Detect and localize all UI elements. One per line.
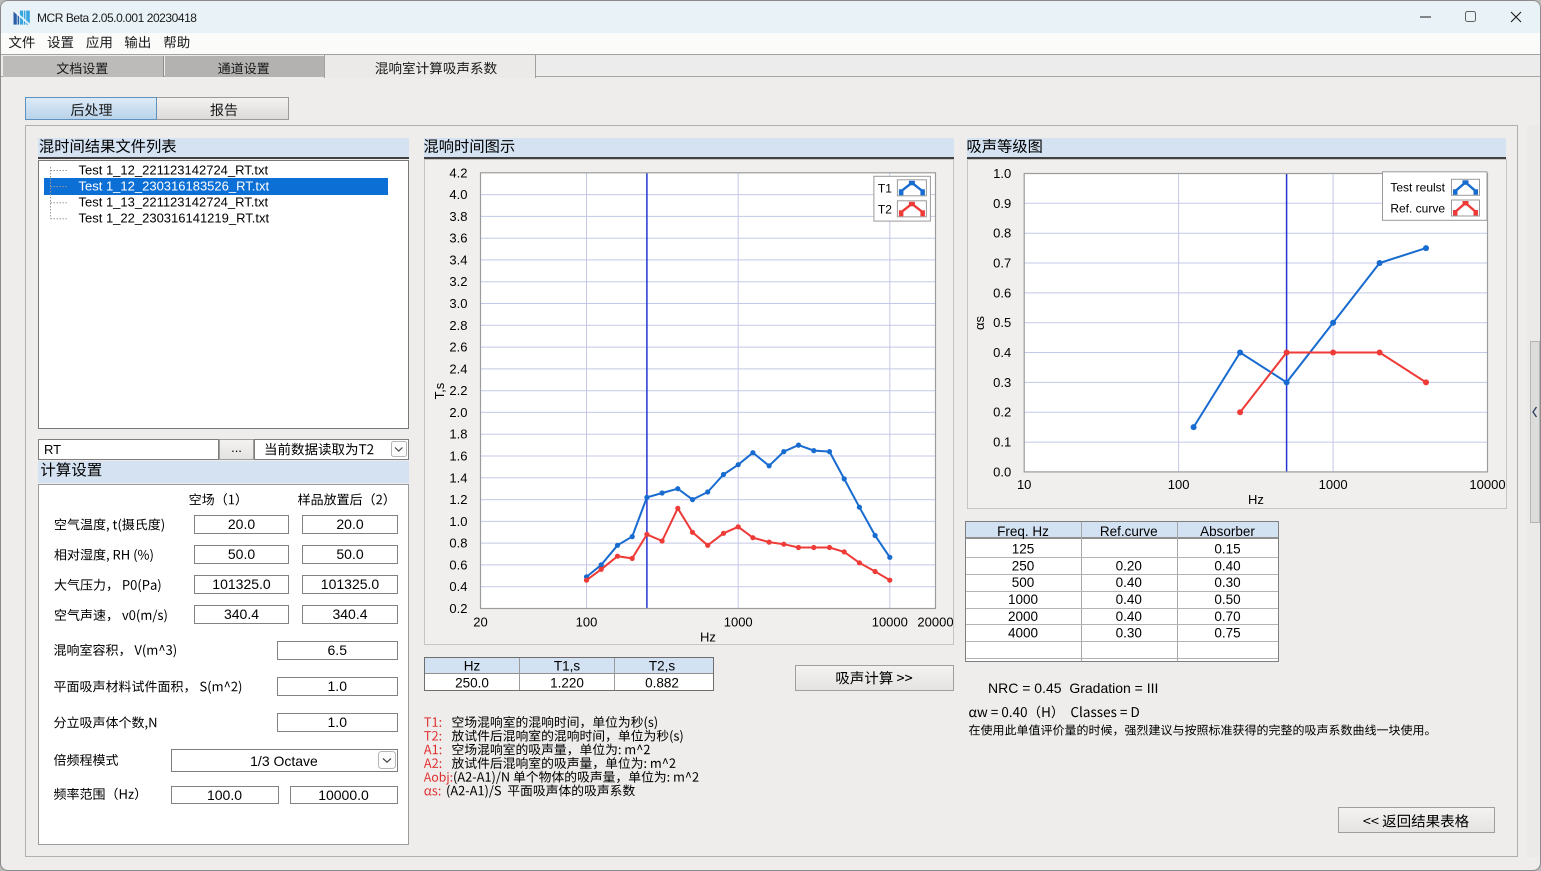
- svg-text:Ref.curve: Ref.curve: [1100, 524, 1158, 539]
- svg-text:Ref. curve: Ref. curve: [1390, 201, 1445, 215]
- svg-text:0.2: 0.2: [993, 405, 1011, 420]
- svg-text:0.40: 0.40: [1116, 609, 1142, 624]
- svg-text:2.2: 2.2: [449, 383, 467, 398]
- svg-text:T,s: T,s: [432, 382, 447, 399]
- svg-text:3.2: 3.2: [449, 274, 467, 289]
- svg-text:0.30: 0.30: [1214, 575, 1240, 590]
- svg-text:0.8: 0.8: [993, 226, 1011, 241]
- svg-text:4.0: 4.0: [449, 187, 467, 202]
- svg-text:Freq. Hz: Freq. Hz: [997, 524, 1049, 539]
- svg-text:3.6: 3.6: [449, 231, 467, 246]
- svg-text:Test reulst: Test reulst: [1390, 180, 1445, 194]
- svg-text:4.2: 4.2: [449, 165, 467, 180]
- svg-text:3.8: 3.8: [449, 209, 467, 224]
- svg-text:T1: T1: [877, 181, 891, 195]
- svg-text:0.882: 0.882: [645, 675, 679, 690]
- svg-text:Absorber: Absorber: [1200, 524, 1255, 539]
- svg-text:10000: 10000: [871, 615, 907, 630]
- svg-text:100: 100: [575, 615, 597, 630]
- svg-text:500: 500: [1012, 575, 1035, 590]
- svg-text:0.15: 0.15: [1214, 542, 1240, 557]
- svg-text:0.3: 0.3: [993, 375, 1011, 390]
- svg-text:Test 1_22_230316141219_RT.txt: Test 1_22_230316141219_RT.txt: [79, 211, 270, 226]
- svg-text:1.0: 1.0: [993, 166, 1011, 181]
- svg-text:2.8: 2.8: [449, 318, 467, 333]
- svg-text:Test 1_12_230316183526_RT.txt: Test 1_12_230316183526_RT.txt: [79, 179, 270, 194]
- svg-text:0.0: 0.0: [993, 464, 1011, 479]
- svg-text:3.0: 3.0: [449, 296, 467, 311]
- svg-text:0.4: 0.4: [449, 579, 467, 594]
- svg-text:0.8: 0.8: [449, 536, 467, 551]
- svg-text:1000: 1000: [723, 615, 752, 630]
- svg-text:20: 20: [473, 615, 487, 630]
- svg-text:0.1: 0.1: [993, 435, 1011, 450]
- svg-text:1000: 1000: [1008, 592, 1038, 607]
- svg-text:250.0: 250.0: [455, 675, 489, 690]
- svg-text:1.2: 1.2: [449, 492, 467, 507]
- svg-text:20000: 20000: [917, 615, 953, 630]
- svg-text:0.5: 0.5: [993, 315, 1011, 330]
- svg-text:T1,s: T1,s: [553, 658, 580, 673]
- svg-text:0.4: 0.4: [993, 345, 1011, 360]
- svg-text:2000: 2000: [1008, 609, 1038, 624]
- svg-text:0.20: 0.20: [1116, 558, 1142, 573]
- svg-text:0.40: 0.40: [1214, 558, 1240, 573]
- svg-text:3.4: 3.4: [449, 252, 467, 267]
- svg-text:T2,s: T2,s: [648, 658, 675, 673]
- svg-text:0.6: 0.6: [449, 557, 467, 572]
- svg-text:1.4: 1.4: [449, 470, 467, 485]
- svg-text:Test 1_13_221123142724_RT.txt: Test 1_13_221123142724_RT.txt: [79, 195, 269, 210]
- svg-text:Hz: Hz: [463, 658, 480, 673]
- svg-text:1.0: 1.0: [449, 514, 467, 529]
- svg-text:T2: T2: [877, 202, 891, 216]
- svg-text:0.75: 0.75: [1214, 626, 1240, 641]
- svg-text:10: 10: [1016, 477, 1030, 492]
- svg-text:100: 100: [1167, 477, 1189, 492]
- svg-text:2.6: 2.6: [449, 340, 467, 355]
- svg-text:0.40: 0.40: [1116, 575, 1142, 590]
- svg-text:250: 250: [1012, 558, 1035, 573]
- svg-text:10000: 10000: [1469, 477, 1505, 492]
- svg-text:4000: 4000: [1008, 626, 1038, 641]
- svg-text:1.6: 1.6: [449, 449, 467, 464]
- svg-text:0.70: 0.70: [1214, 609, 1240, 624]
- svg-text:0.30: 0.30: [1116, 626, 1142, 641]
- svg-text:Hz: Hz: [1248, 492, 1264, 507]
- svg-text:αs: αs: [972, 315, 987, 330]
- svg-text:0.6: 0.6: [993, 285, 1011, 300]
- svg-text:0.40: 0.40: [1116, 592, 1142, 607]
- svg-text:Hz: Hz: [700, 630, 716, 645]
- svg-text:1.220: 1.220: [550, 675, 584, 690]
- svg-text:1000: 1000: [1318, 477, 1347, 492]
- svg-text:0.7: 0.7: [993, 256, 1011, 271]
- svg-text:2.4: 2.4: [449, 361, 467, 376]
- svg-text:125: 125: [1012, 542, 1035, 557]
- svg-text:0.50: 0.50: [1214, 592, 1240, 607]
- svg-text:Test 1_12_221123142724_RT.txt: Test 1_12_221123142724_RT.txt: [79, 162, 269, 177]
- svg-text:0.9: 0.9: [993, 196, 1011, 211]
- svg-text:0.2: 0.2: [449, 601, 467, 616]
- svg-text:1.8: 1.8: [449, 427, 467, 442]
- svg-text:2.0: 2.0: [449, 405, 467, 420]
